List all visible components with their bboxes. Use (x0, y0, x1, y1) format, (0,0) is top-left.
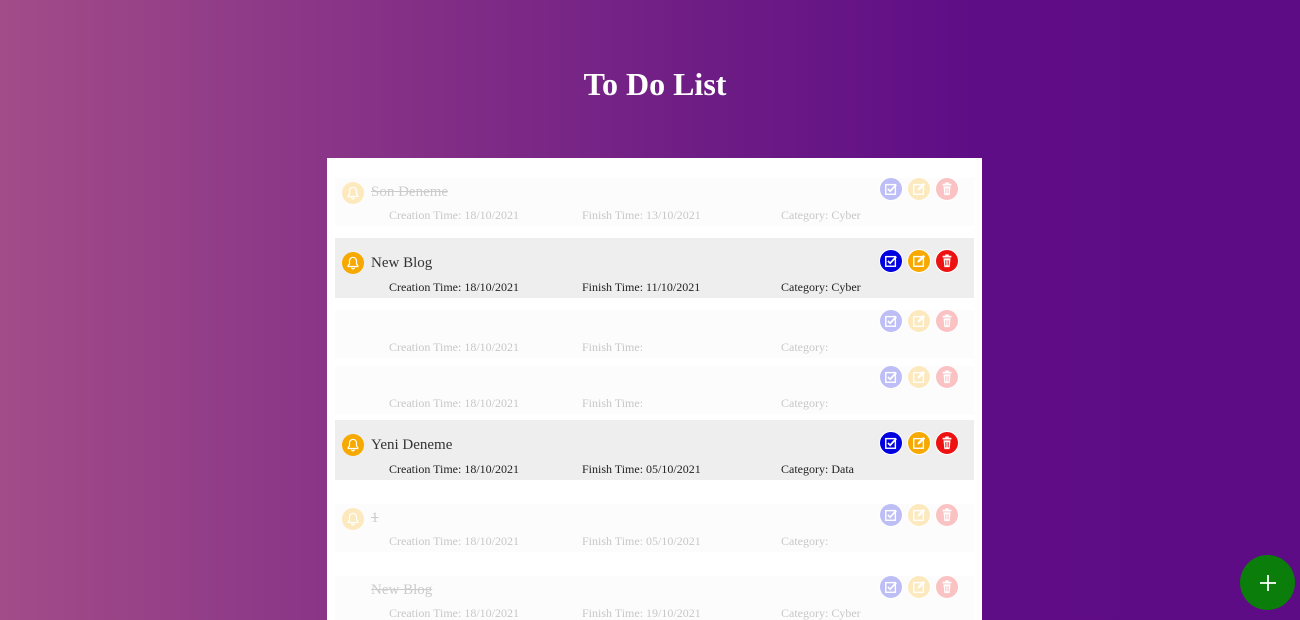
page-title: To Do List (583, 66, 727, 102)
complete-button[interactable] (879, 249, 903, 273)
edit-button[interactable] (907, 249, 931, 273)
check-icon (885, 255, 897, 267)
trash-icon (942, 508, 952, 522)
task-row: Yeni Deneme Creation Time: 18/10/2021 Fi… (335, 420, 974, 480)
delete-button[interactable] (935, 177, 959, 201)
task-title: 1 (371, 510, 379, 526)
check-icon (885, 509, 897, 521)
check-icon (885, 315, 897, 327)
trash-icon (942, 254, 952, 268)
edit-button[interactable] (907, 309, 931, 333)
delete-button[interactable] (935, 431, 959, 455)
edit-icon (913, 254, 926, 267)
delete-button[interactable] (935, 249, 959, 273)
edit-button[interactable] (907, 575, 931, 599)
edit-icon (913, 580, 926, 593)
complete-button[interactable] (879, 431, 903, 455)
bell-icon[interactable] (342, 434, 364, 456)
task-title: New Blog (371, 582, 433, 598)
complete-button[interactable] (879, 177, 903, 201)
task-title: Yeni Deneme (371, 437, 453, 453)
finish-time: Finish Time: 05/10/2021 (582, 534, 701, 548)
finish-time: Finish Time: 19/10/2021 (582, 606, 701, 620)
check-icon (885, 371, 897, 383)
edit-button[interactable] (907, 503, 931, 527)
task-row: Son Deneme Creation Time: 18/10/2021 Fin… (335, 177, 974, 226)
edit-icon (913, 370, 926, 383)
trash-icon (942, 580, 952, 594)
creation-time: Creation Time: 18/10/2021 (389, 462, 520, 476)
task-actions (879, 177, 959, 201)
finish-time: Finish Time: 13/10/2021 (582, 208, 701, 222)
category: Category: Cyber (781, 606, 861, 620)
task-actions (879, 503, 959, 527)
plus-icon (1259, 574, 1276, 591)
category: Category: (781, 340, 829, 354)
edit-button[interactable] (907, 431, 931, 455)
creation-time: Creation Time: 18/10/2021 (389, 396, 520, 410)
check-icon (885, 183, 897, 195)
check-icon (885, 437, 897, 449)
edit-icon (913, 436, 926, 449)
edit-icon (913, 508, 926, 521)
category: Category: (781, 534, 829, 548)
creation-time: Creation Time: 18/10/2021 (389, 534, 520, 548)
bell-icon[interactable] (342, 508, 364, 530)
finish-time: Finish Time: (582, 340, 644, 354)
complete-button[interactable] (879, 503, 903, 527)
task-actions (879, 431, 959, 455)
trash-icon (942, 436, 952, 450)
task-row: New Blog Creation Time: 18/10/2021 Finis… (335, 575, 974, 620)
check-icon (885, 581, 897, 593)
bell-icon[interactable] (342, 252, 364, 274)
creation-time: Creation Time: 18/10/2021 (389, 340, 520, 354)
trash-icon (942, 370, 952, 384)
delete-button[interactable] (935, 575, 959, 599)
task-row: Creation Time: 18/10/2021 Finish Time: C… (335, 309, 974, 358)
task-row: New Blog Creation Time: 18/10/2021 Finis… (335, 238, 974, 298)
finish-time: Finish Time: 05/10/2021 (582, 462, 701, 476)
category: Category: Cyber (781, 208, 861, 222)
task-actions (879, 309, 959, 333)
bell-icon[interactable] (342, 182, 364, 204)
edit-icon (913, 314, 926, 327)
edit-button[interactable] (907, 177, 931, 201)
edit-icon (913, 182, 926, 195)
add-task-button[interactable] (1240, 555, 1295, 610)
todo-list: Son Deneme Creation Time: 18/10/2021 Fin… (327, 158, 982, 620)
task-actions (879, 249, 959, 273)
category: Category: Data (781, 462, 854, 476)
trash-icon (942, 314, 952, 328)
category: Category: (781, 396, 829, 410)
finish-time: Finish Time: 11/10/2021 (582, 280, 701, 294)
task-title: Son Deneme (371, 184, 449, 200)
trash-icon (942, 182, 952, 196)
task-row: Creation Time: 18/10/2021 Finish Time: C… (335, 365, 974, 414)
delete-button[interactable] (935, 309, 959, 333)
task-actions (879, 365, 959, 389)
complete-button[interactable] (879, 309, 903, 333)
task-title: New Blog (371, 255, 433, 271)
task-row: 1 Creation Time: 18/10/2021 Finish Time:… (335, 503, 974, 552)
edit-button[interactable] (907, 365, 931, 389)
complete-button[interactable] (879, 575, 903, 599)
delete-button[interactable] (935, 365, 959, 389)
delete-button[interactable] (935, 503, 959, 527)
complete-button[interactable] (879, 365, 903, 389)
finish-time: Finish Time: (582, 396, 644, 410)
creation-time: Creation Time: 18/10/2021 (389, 208, 520, 222)
task-actions (879, 575, 959, 599)
creation-time: Creation Time: 18/10/2021 (389, 280, 520, 294)
creation-time: Creation Time: 18/10/2021 (389, 606, 520, 620)
category: Category: Cyber (781, 280, 861, 294)
